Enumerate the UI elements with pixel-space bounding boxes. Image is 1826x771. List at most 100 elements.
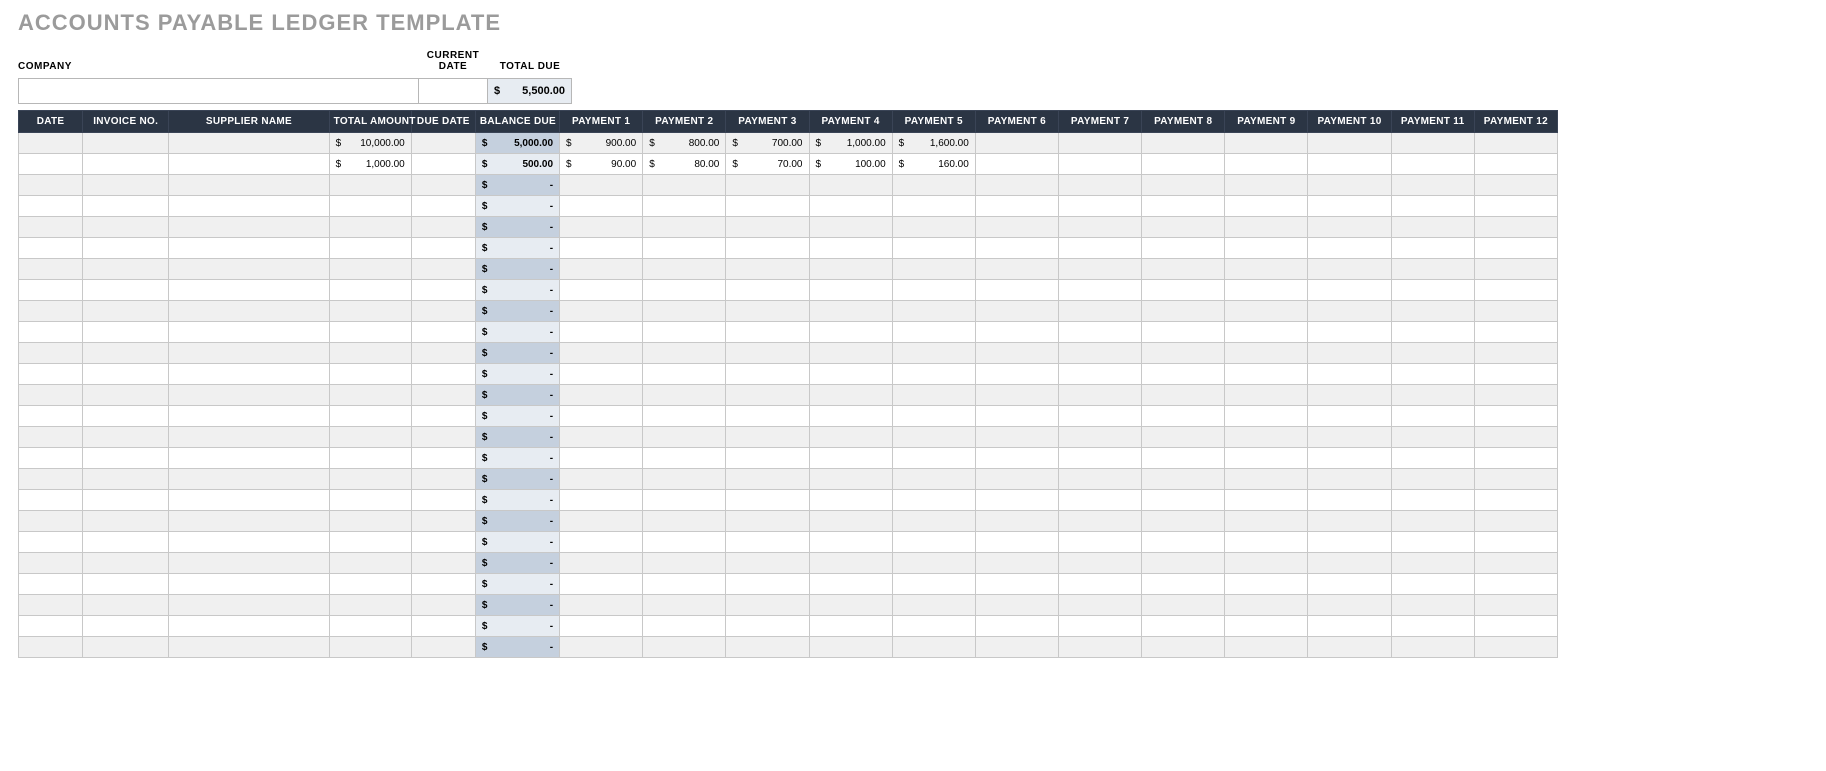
supplier-cell[interactable] bbox=[169, 553, 329, 574]
money-cell[interactable] bbox=[1225, 217, 1308, 238]
date-cell[interactable] bbox=[19, 322, 83, 343]
money-cell[interactable] bbox=[1142, 511, 1225, 532]
due-date-cell[interactable] bbox=[411, 259, 475, 280]
date-cell[interactable] bbox=[19, 385, 83, 406]
money-cell[interactable] bbox=[1058, 406, 1141, 427]
balance-cell[interactable]: $- bbox=[475, 217, 559, 238]
money-cell[interactable] bbox=[329, 448, 411, 469]
money-cell[interactable]: $1,000.00 bbox=[329, 154, 411, 175]
invoice-cell[interactable] bbox=[83, 511, 169, 532]
money-cell[interactable] bbox=[1142, 280, 1225, 301]
date-cell[interactable] bbox=[19, 364, 83, 385]
money-cell[interactable] bbox=[1058, 217, 1141, 238]
money-cell[interactable] bbox=[1058, 490, 1141, 511]
money-cell[interactable] bbox=[643, 469, 726, 490]
due-date-cell[interactable] bbox=[411, 574, 475, 595]
money-cell[interactable] bbox=[726, 616, 809, 637]
money-cell[interactable] bbox=[892, 616, 975, 637]
date-cell[interactable] bbox=[19, 490, 83, 511]
money-cell[interactable]: $800.00 bbox=[643, 133, 726, 154]
money-cell[interactable] bbox=[643, 259, 726, 280]
money-cell[interactable] bbox=[1474, 217, 1557, 238]
money-cell[interactable] bbox=[726, 385, 809, 406]
money-cell[interactable] bbox=[1391, 448, 1474, 469]
money-cell[interactable] bbox=[1474, 469, 1557, 490]
invoice-cell[interactable] bbox=[83, 238, 169, 259]
money-cell[interactable] bbox=[329, 511, 411, 532]
money-cell[interactable] bbox=[1474, 133, 1557, 154]
money-cell[interactable] bbox=[1308, 301, 1391, 322]
money-cell[interactable] bbox=[643, 385, 726, 406]
money-cell[interactable] bbox=[892, 175, 975, 196]
money-cell[interactable] bbox=[643, 448, 726, 469]
supplier-cell[interactable] bbox=[169, 511, 329, 532]
money-cell[interactable] bbox=[1225, 301, 1308, 322]
due-date-cell[interactable] bbox=[411, 385, 475, 406]
money-cell[interactable] bbox=[1391, 280, 1474, 301]
money-cell[interactable] bbox=[809, 217, 892, 238]
money-cell[interactable] bbox=[975, 595, 1058, 616]
money-cell[interactable] bbox=[1058, 322, 1141, 343]
money-cell[interactable] bbox=[560, 553, 643, 574]
money-cell[interactable] bbox=[329, 595, 411, 616]
money-cell[interactable] bbox=[329, 301, 411, 322]
money-cell[interactable] bbox=[1058, 133, 1141, 154]
money-cell[interactable] bbox=[1391, 364, 1474, 385]
supplier-cell[interactable] bbox=[169, 154, 329, 175]
money-cell[interactable]: $160.00 bbox=[892, 154, 975, 175]
money-cell[interactable] bbox=[1058, 343, 1141, 364]
money-cell[interactable] bbox=[1142, 385, 1225, 406]
money-cell[interactable] bbox=[643, 427, 726, 448]
money-cell[interactable] bbox=[643, 532, 726, 553]
money-cell[interactable] bbox=[1391, 343, 1474, 364]
date-cell[interactable] bbox=[19, 532, 83, 553]
supplier-cell[interactable] bbox=[169, 595, 329, 616]
balance-cell[interactable]: $- bbox=[475, 574, 559, 595]
money-cell[interactable] bbox=[809, 343, 892, 364]
money-cell[interactable] bbox=[1225, 322, 1308, 343]
due-date-cell[interactable] bbox=[411, 406, 475, 427]
money-cell[interactable] bbox=[1308, 406, 1391, 427]
money-cell[interactable] bbox=[1308, 532, 1391, 553]
money-cell[interactable] bbox=[1391, 616, 1474, 637]
money-cell[interactable] bbox=[726, 196, 809, 217]
money-cell[interactable] bbox=[1142, 217, 1225, 238]
money-cell[interactable] bbox=[643, 217, 726, 238]
money-cell[interactable] bbox=[1058, 427, 1141, 448]
money-cell[interactable] bbox=[329, 385, 411, 406]
supplier-cell[interactable] bbox=[169, 175, 329, 196]
invoice-cell[interactable] bbox=[83, 427, 169, 448]
money-cell[interactable] bbox=[1391, 553, 1474, 574]
money-cell[interactable]: $1,000.00 bbox=[809, 133, 892, 154]
money-cell[interactable] bbox=[1308, 217, 1391, 238]
money-cell[interactable] bbox=[329, 196, 411, 217]
supplier-cell[interactable] bbox=[169, 259, 329, 280]
date-cell[interactable] bbox=[19, 154, 83, 175]
money-cell[interactable] bbox=[1474, 574, 1557, 595]
money-cell[interactable] bbox=[726, 343, 809, 364]
money-cell[interactable] bbox=[809, 427, 892, 448]
money-cell[interactable] bbox=[1391, 175, 1474, 196]
money-cell[interactable] bbox=[1474, 595, 1557, 616]
money-cell[interactable] bbox=[1225, 427, 1308, 448]
money-cell[interactable] bbox=[1391, 574, 1474, 595]
money-cell[interactable] bbox=[1474, 364, 1557, 385]
money-cell[interactable] bbox=[643, 595, 726, 616]
money-cell[interactable] bbox=[1391, 406, 1474, 427]
money-cell[interactable] bbox=[1225, 385, 1308, 406]
date-cell[interactable] bbox=[19, 175, 83, 196]
money-cell[interactable] bbox=[560, 217, 643, 238]
balance-cell[interactable]: $- bbox=[475, 511, 559, 532]
due-date-cell[interactable] bbox=[411, 196, 475, 217]
money-cell[interactable] bbox=[892, 490, 975, 511]
money-cell[interactable] bbox=[975, 511, 1058, 532]
money-cell[interactable] bbox=[892, 322, 975, 343]
money-cell[interactable] bbox=[643, 616, 726, 637]
money-cell[interactable] bbox=[1474, 238, 1557, 259]
money-cell[interactable] bbox=[975, 385, 1058, 406]
money-cell[interactable] bbox=[1391, 385, 1474, 406]
invoice-cell[interactable] bbox=[83, 280, 169, 301]
money-cell[interactable] bbox=[1474, 154, 1557, 175]
money-cell[interactable] bbox=[1474, 448, 1557, 469]
money-cell[interactable] bbox=[329, 238, 411, 259]
